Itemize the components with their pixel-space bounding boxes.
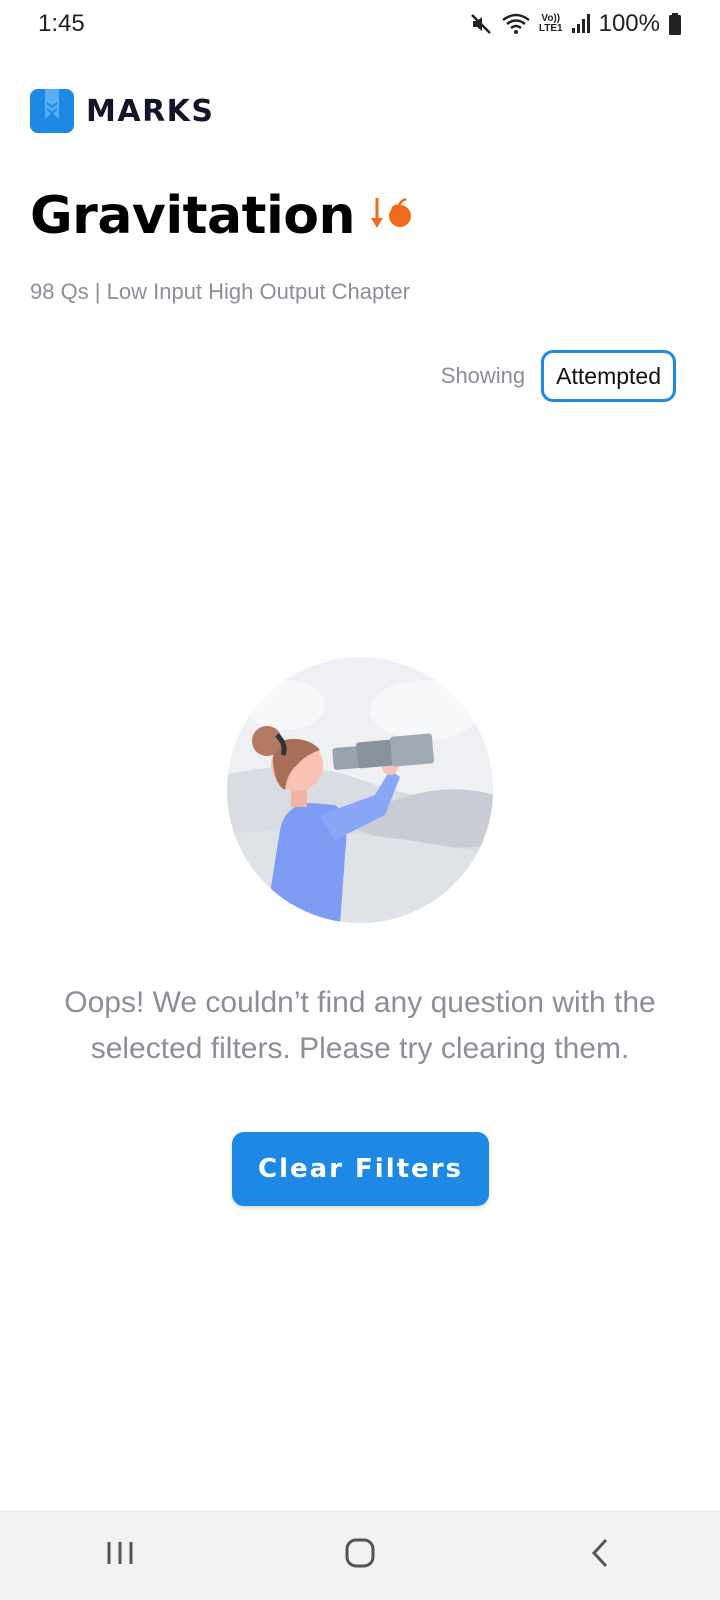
showing-label: Showing (440, 363, 526, 388)
person-with-binoculars-illustration (225, 655, 495, 925)
battery-icon (668, 12, 682, 36)
filter-dropdown[interactable]: Attempted (541, 350, 676, 402)
brand-header: MARKS (30, 89, 215, 133)
status-icons: Vo)) LTE1 100% (469, 10, 682, 38)
system-nav-bar (0, 1510, 720, 1600)
battery-percent: 100% (598, 10, 660, 37)
filter-row: Showing Attempted (441, 350, 676, 402)
empty-state-message: Oops! We couldn’t find any question with… (64, 986, 656, 1065)
home-button[interactable] (320, 1525, 400, 1585)
screen: 1:45 Vo)) LTE1 100% MARKS Gravitation 98… (0, 0, 720, 1600)
chapter-title-row: Gravitation (30, 186, 415, 246)
recents-icon (105, 1538, 135, 1573)
status-time: 1:45 (38, 10, 85, 37)
recents-button[interactable] (80, 1525, 160, 1585)
clear-filters-button[interactable]: Clear Filters (232, 1132, 489, 1206)
back-button[interactable] (560, 1525, 640, 1585)
volte-icon: Vo)) LTE1 (539, 14, 563, 34)
marks-logo-icon (30, 89, 74, 133)
chapter-subtitle: 98 Qs | Low Input High Output Chapter (30, 279, 410, 304)
page-title: Gravitation (30, 186, 356, 246)
signal-icon (571, 13, 591, 35)
mute-icon (469, 12, 493, 36)
home-icon (344, 1537, 376, 1574)
wifi-icon (501, 12, 531, 36)
network-label-bottom: LTE1 (538, 23, 563, 34)
falling-apple-icon (369, 194, 415, 239)
status-bar: 1:45 Vo)) LTE1 100% (0, 0, 720, 48)
brand-name: MARKS (86, 93, 215, 129)
back-icon (588, 1537, 612, 1574)
